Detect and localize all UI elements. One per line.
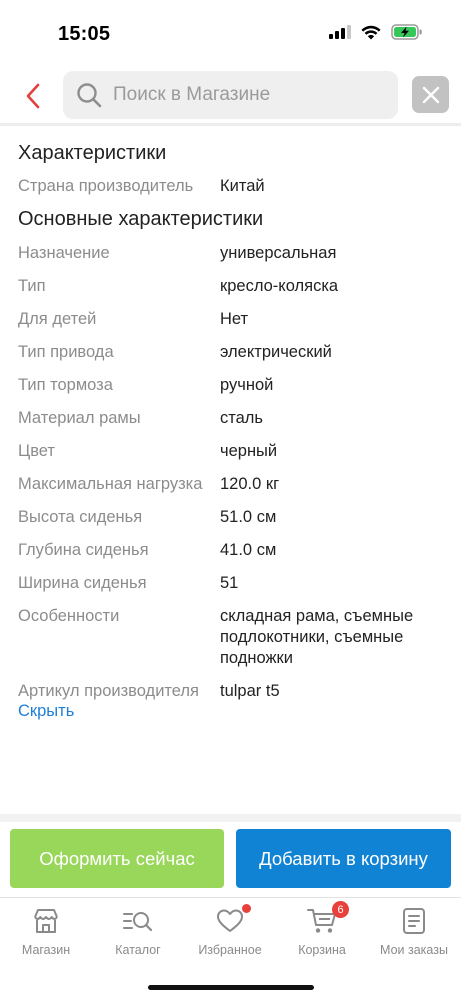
spec-label: Тип привода (18, 343, 114, 361)
spec-label: Максимальная нагрузка (18, 475, 203, 493)
tab-bar: Магазин Каталог Избранное 6 Корзина Мои … (0, 897, 461, 999)
store-icon (31, 906, 61, 936)
spec-row-seat-width: Ширина сиденья 51 (18, 573, 447, 594)
spec-row-seat-height: Высота сиденья 51.0 см (18, 507, 447, 528)
spec-value: 51.0 см (220, 508, 277, 526)
clear-search-button[interactable] (412, 76, 449, 113)
section-title-characteristics: Характеристики (18, 142, 167, 164)
spec-row-type: Тип кресло-коляска (18, 276, 447, 297)
spec-value: ручной (220, 376, 274, 394)
spec-value: электрический (220, 343, 332, 361)
chevron-left-icon (26, 83, 40, 109)
spec-row-features: Особенности складная рама, съемные подло… (18, 606, 447, 669)
spec-value: сталь (220, 409, 264, 427)
spec-label: Страна производитель (18, 177, 194, 195)
add-to-cart-button[interactable]: Добавить в корзину (236, 829, 451, 888)
close-icon (422, 86, 439, 103)
spec-label: Глубина сиденья (18, 541, 149, 559)
spec-label: Артикул производителя (18, 682, 199, 700)
status-time: 15:05 (58, 23, 111, 45)
spec-value: 51 (220, 574, 239, 592)
spec-value: 120.0 кг (220, 475, 280, 493)
spec-label: Тип (18, 277, 46, 295)
tab-my-orders[interactable]: Мои заказы (368, 906, 460, 957)
heart-icon (215, 904, 251, 936)
cellular-signal-icon (329, 25, 351, 39)
spec-row-drive-type: Тип привода электрический (18, 342, 447, 363)
tab-label: Корзина (298, 943, 346, 957)
spec-label: Тип тормоза (18, 376, 113, 394)
spec-value: универсальная (220, 244, 337, 262)
tab-label: Избранное (198, 943, 262, 957)
back-button[interactable] (18, 76, 48, 116)
spec-label: Материал рамы (18, 409, 141, 427)
spec-value: кресло-коляска (220, 277, 339, 295)
spec-label: Назначение (18, 244, 110, 262)
spec-value: черный (220, 442, 278, 460)
tab-label: Каталог (115, 943, 161, 957)
battery-charging-icon (391, 24, 422, 40)
spec-row-max-load: Максимальная нагрузка 120.0 кг (18, 474, 447, 495)
spec-value: Нет (220, 310, 249, 328)
spec-label: Особенности (18, 607, 120, 625)
header (0, 62, 461, 126)
status-bar: 15:05 (0, 0, 461, 62)
spec-row-manufacturer-sku: Артикул производителя tulpar t5 (18, 681, 447, 702)
orders-icon (399, 906, 429, 936)
spec-label: Ширина сиденья (18, 574, 147, 592)
tab-favorites[interactable]: Избранное (184, 904, 276, 957)
spec-value: tulpar t5 (220, 682, 280, 700)
tab-catalog[interactable]: Каталог (92, 906, 184, 957)
spec-row-for-children: Для детей Нет (18, 309, 447, 330)
search-box[interactable] (63, 71, 398, 119)
catalog-search-icon (123, 906, 153, 936)
spec-row-country: Страна производитель Китай (18, 176, 447, 197)
tab-store[interactable]: Магазин (0, 906, 92, 957)
spec-value: Китай (220, 177, 265, 195)
spec-label: Цвет (18, 442, 55, 460)
notification-dot (242, 904, 251, 913)
status-icons (329, 24, 423, 40)
tab-label: Мои заказы (380, 943, 448, 957)
tab-label: Магазин (21, 943, 71, 957)
spec-row-color: Цвет черный (18, 441, 447, 462)
buy-now-button[interactable]: Оформить сейчас (10, 829, 224, 888)
cart-icon: 6 (307, 901, 349, 936)
hide-specs-link[interactable]: Скрыть (18, 702, 74, 721)
specifications-panel: Характеристики Страна производитель Кита… (0, 129, 461, 814)
tab-cart[interactable]: 6 Корзина (276, 901, 368, 957)
section-title-main-characteristics: Основные характеристики (18, 208, 264, 230)
home-indicator (148, 985, 314, 990)
divider (0, 814, 461, 822)
spec-label: Для детей (18, 310, 97, 328)
wifi-icon (361, 25, 381, 39)
search-input[interactable] (113, 84, 383, 106)
spec-value: 41.0 см (220, 541, 277, 559)
spec-row-purpose: Назначение универсальная (18, 243, 447, 264)
spec-value: складная рама, съемные подлокотники, съе… (220, 607, 414, 667)
cart-count-badge: 6 (332, 901, 349, 918)
spec-row-frame-material: Материал рамы сталь (18, 408, 447, 429)
spec-label: Высота сиденья (18, 508, 143, 526)
search-icon (75, 81, 103, 109)
spec-row-brake-type: Тип тормоза ручной (18, 375, 447, 396)
spec-row-seat-depth: Глубина сиденья 41.0 см (18, 540, 447, 561)
action-bar: Оформить сейчас Добавить в корзину (0, 822, 461, 897)
